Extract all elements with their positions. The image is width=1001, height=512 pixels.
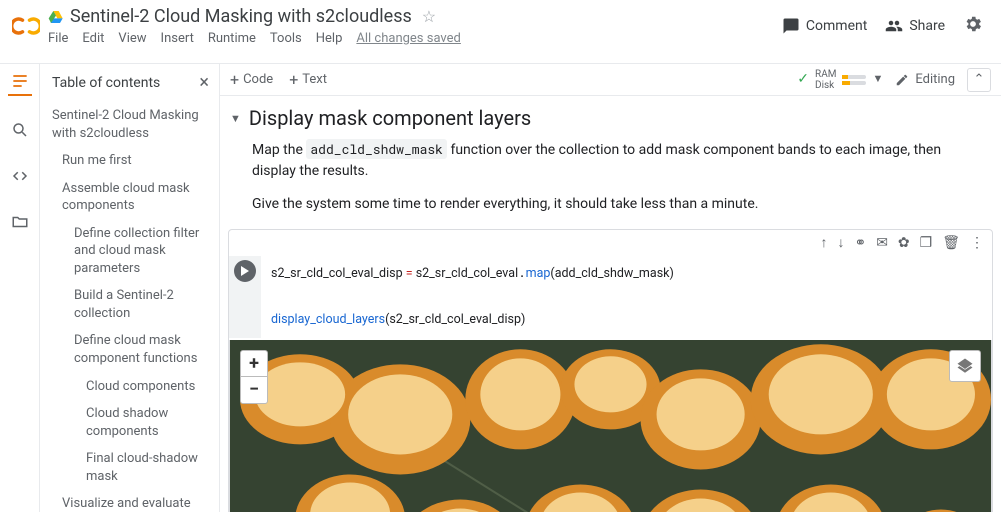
map-layers-button[interactable] bbox=[949, 350, 981, 382]
menu-bar: File Edit View Insert Runtime Tools Help… bbox=[48, 31, 782, 46]
document-title[interactable]: Sentinel-2 Cloud Masking with s2cloudles… bbox=[70, 6, 412, 27]
section-heading: Display mask component layers bbox=[249, 106, 531, 130]
toc-item[interactable]: Sentinel-2 Cloud Masking with s2cloudles… bbox=[40, 102, 219, 147]
toc-list: Sentinel-2 Cloud Masking with s2cloudles… bbox=[40, 102, 219, 512]
paragraph: Map the add_cld_shdw_mask function over … bbox=[224, 138, 1001, 192]
connection-status[interactable]: ✓ RAM Disk ▼ bbox=[797, 69, 883, 91]
add-code-button[interactable]: +Code bbox=[230, 70, 273, 89]
zoom-out-button[interactable]: − bbox=[241, 377, 267, 403]
menu-tools[interactable]: Tools bbox=[270, 31, 302, 46]
rail-snippets[interactable] bbox=[8, 164, 32, 188]
cell-comment-icon[interactable]: ✉ bbox=[876, 235, 888, 251]
rail-search[interactable] bbox=[8, 118, 32, 142]
collapse-button[interactable]: ⌃ bbox=[967, 68, 991, 92]
toc-item[interactable]: Define collection filter and cloud mask … bbox=[40, 220, 219, 283]
map-output[interactable]: + − bbox=[229, 340, 992, 512]
menu-runtime[interactable]: Runtime bbox=[208, 31, 256, 46]
toc-title: Table of contents bbox=[52, 75, 160, 91]
list-icon bbox=[10, 71, 30, 91]
toc-item[interactable]: Final cloud-shadow mask bbox=[40, 445, 219, 490]
section-toggle[interactable]: ▼ bbox=[230, 112, 241, 125]
toc-item[interactable]: Visualize and evaluate cloud mask compon… bbox=[40, 490, 219, 512]
code-editor[interactable]: s2_sr_cld_col_eval_disp = s2_sr_cld_col_… bbox=[261, 256, 992, 338]
cell-delete-icon[interactable]: 🗑 bbox=[942, 235, 960, 251]
editing-mode-button[interactable]: Editing bbox=[895, 72, 955, 87]
chevron-up-icon: ⌃ bbox=[974, 72, 985, 87]
toc-item[interactable]: Define cloud mask component functions bbox=[40, 327, 219, 372]
add-text-button[interactable]: +Text bbox=[289, 70, 327, 89]
cell-link-icon[interactable]: ⚭ bbox=[854, 235, 866, 251]
check-icon: ✓ bbox=[797, 72, 809, 87]
menu-help[interactable]: Help bbox=[316, 31, 343, 46]
toc-item[interactable]: Assemble cloud mask components bbox=[40, 175, 219, 220]
toc-item[interactable]: Cloud shadow components bbox=[40, 400, 219, 445]
star-icon[interactable]: ☆ bbox=[422, 7, 436, 26]
satellite-map bbox=[230, 340, 991, 512]
code-cell[interactable]: ↑ ↓ ⚭ ✉ ✿ ❐ 🗑 ⋮ s2_sr_cld_col_eval_dis bbox=[228, 229, 993, 512]
search-icon bbox=[11, 121, 29, 139]
cell-move-down-icon[interactable]: ↓ bbox=[837, 234, 844, 251]
cell-more-icon[interactable]: ⋮ bbox=[970, 235, 984, 251]
play-icon bbox=[240, 266, 250, 276]
menu-file[interactable]: File bbox=[48, 31, 68, 46]
settings-button[interactable] bbox=[963, 14, 983, 38]
gear-icon bbox=[963, 14, 983, 34]
run-cell-button[interactable] bbox=[234, 260, 256, 282]
code-icon bbox=[11, 167, 29, 185]
share-button[interactable]: Share bbox=[885, 17, 945, 35]
pencil-icon bbox=[895, 73, 909, 87]
menu-view[interactable]: View bbox=[118, 31, 146, 46]
cell-settings-icon[interactable]: ✿ bbox=[898, 235, 910, 251]
comment-button[interactable]: Comment bbox=[782, 17, 867, 35]
toc-item[interactable]: Build a Sentinel-2 collection bbox=[40, 282, 219, 327]
toc-item[interactable]: Run me first bbox=[40, 147, 219, 175]
people-icon bbox=[885, 17, 903, 35]
rail-files[interactable] bbox=[8, 210, 32, 234]
paragraph: Give the system some time to render ever… bbox=[224, 192, 1001, 225]
colab-logo[interactable] bbox=[8, 8, 44, 44]
menu-edit[interactable]: Edit bbox=[82, 31, 104, 46]
cell-move-up-icon[interactable]: ↑ bbox=[820, 234, 827, 251]
zoom-in-button[interactable]: + bbox=[241, 351, 267, 377]
map-zoom-control: + − bbox=[240, 350, 268, 404]
comment-icon bbox=[782, 17, 800, 35]
cell-mirror-icon[interactable]: ❐ bbox=[920, 235, 933, 251]
toc-item[interactable]: Cloud components bbox=[40, 373, 219, 401]
close-toc-button[interactable]: × bbox=[199, 74, 209, 92]
save-status[interactable]: All changes saved bbox=[356, 31, 461, 46]
drive-icon bbox=[48, 9, 64, 25]
menu-insert[interactable]: Insert bbox=[161, 31, 194, 46]
layers-icon bbox=[956, 357, 974, 375]
folder-icon bbox=[11, 213, 29, 231]
rail-toc[interactable] bbox=[8, 72, 32, 96]
dropdown-icon[interactable]: ▼ bbox=[872, 73, 883, 85]
